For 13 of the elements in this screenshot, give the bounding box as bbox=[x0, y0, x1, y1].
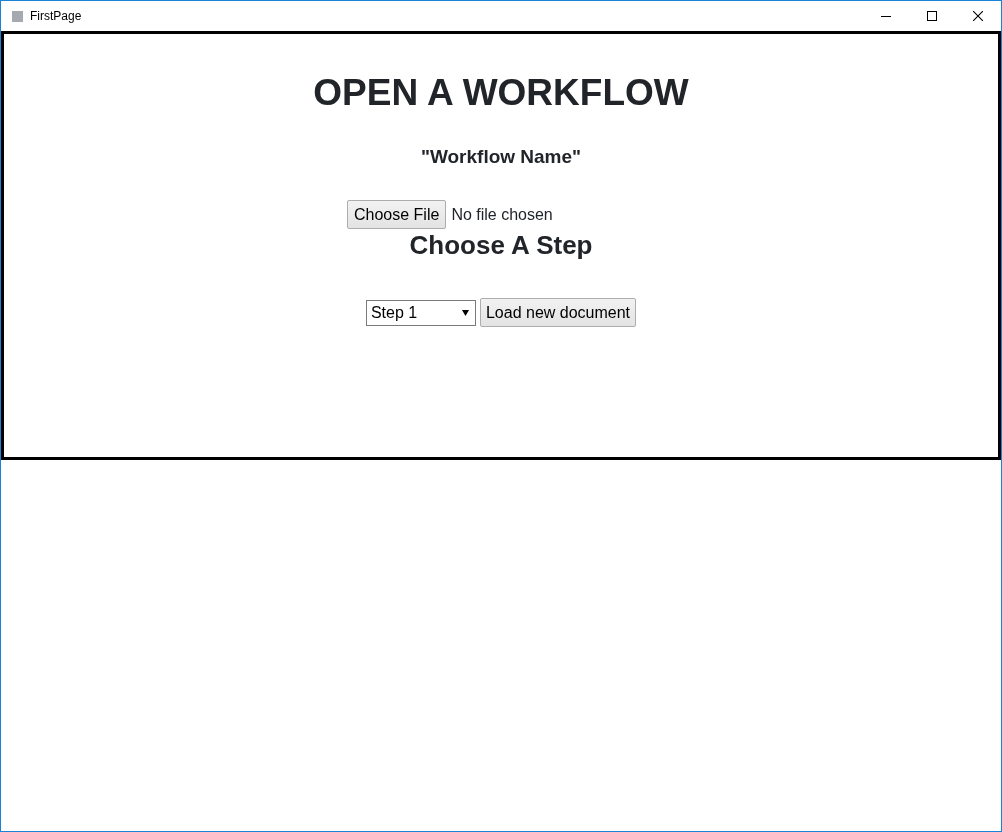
load-document-button[interactable]: Load new document bbox=[479, 298, 637, 327]
workflow-name: "Workflow Name" bbox=[420, 145, 582, 169]
app-icon bbox=[12, 10, 23, 22]
window-title: FirstPage bbox=[30, 9, 82, 23]
caret-icon bbox=[461, 309, 469, 316]
minimize-icon bbox=[881, 15, 891, 17]
step-select[interactable]: Step 1 bbox=[365, 299, 476, 326]
close-icon bbox=[973, 11, 983, 21]
file-status: No file chosen bbox=[451, 205, 553, 224]
maximize-icon bbox=[927, 11, 937, 21]
step-heading: Choose A Step bbox=[409, 230, 593, 261]
page-heading: OPEN A WORKFLOW bbox=[313, 71, 689, 115]
choose-file-button[interactable]: Choose File bbox=[347, 200, 447, 229]
